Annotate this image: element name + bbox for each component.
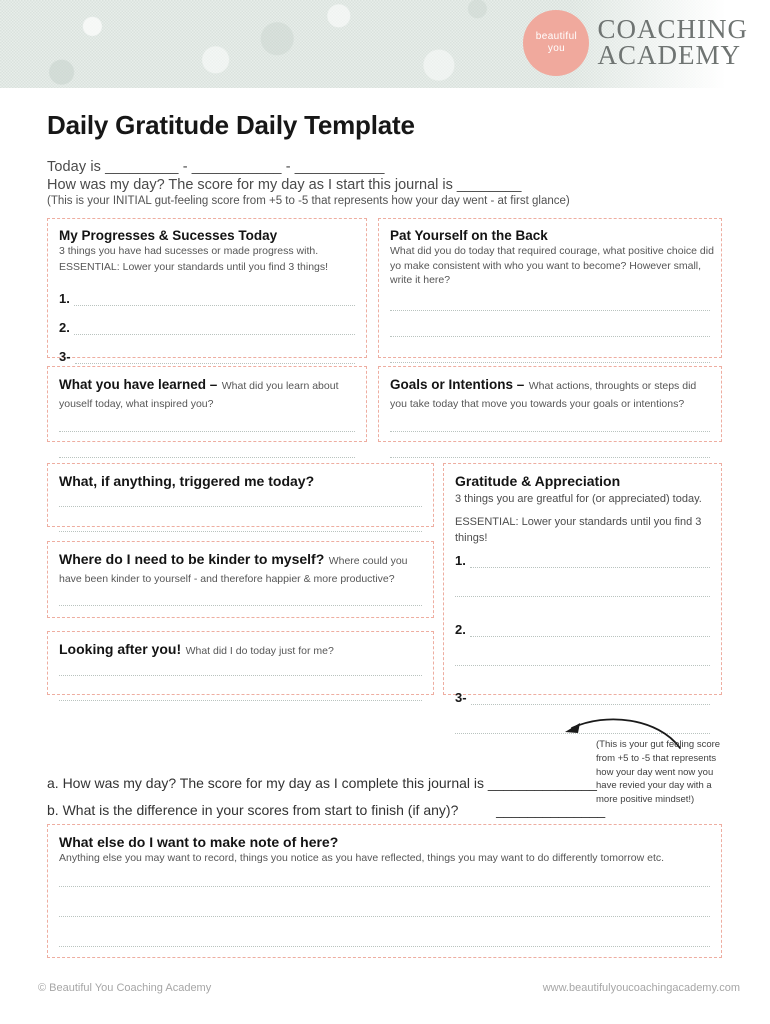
gratitude-item-2[interactable]: 2. [455, 622, 710, 637]
gratitude-item-1-writeline[interactable] [469, 566, 710, 568]
box-kinder-to-myself: Where do I need to be kinder to myself? … [47, 541, 434, 632]
initial-score-line[interactable]: How was my day? The score for my day as … [47, 177, 770, 193]
triggered-writeline-2[interactable] [59, 531, 422, 532]
box-what-else-to-note: What else do I want to make note of here… [47, 824, 722, 958]
pat-writeline-3[interactable] [390, 362, 710, 364]
box-gratitude-appreciation: Gratitude & Appreciation 3 things you ar… [443, 463, 722, 734]
callout-line-5: more positive mindset!) [596, 794, 695, 806]
what-else-sub: Anything else you may want to record, th… [59, 852, 665, 864]
page-content: Daily Gratitude Daily Template Today is … [0, 88, 770, 734]
question-b-text: b. What is the difference in your scores… [47, 802, 459, 818]
box-looking-after-you: Looking after you! What did I do today j… [47, 631, 434, 701]
goals-heading: Goals or Intentions – [390, 377, 525, 392]
gratitude-sub2: ESSENTIAL: Lower your standards until yo… [455, 515, 702, 545]
logo-circle-badge: beautiful you [523, 10, 590, 76]
goals-writeline-2[interactable] [390, 457, 710, 458]
pat-writeline-2[interactable] [390, 336, 710, 338]
box-what-you-have-learned: What you have learned – What did you lea… [47, 366, 367, 458]
progresses-sub2: ESSENTIAL: Lower your standards until yo… [59, 260, 329, 273]
box-my-progresses: My Progresses & Sucesses Today 3 things … [47, 218, 367, 365]
callout-line-3: how your day went now you [596, 766, 714, 778]
goals-heading-row: Goals or Intentions – What actions, thro… [390, 376, 710, 412]
page-title: Daily Gratitude Daily Template [47, 110, 415, 140]
progresses-item-3-writeline[interactable] [74, 363, 355, 365]
footer-copyright: © Beautiful You Coaching Academy [38, 982, 212, 994]
progresses-item-1-writeline[interactable] [73, 305, 355, 307]
box-goals-or-intentions: Goals or Intentions – What actions, thro… [378, 366, 722, 458]
logo-word-academy: ACADEMY [597, 40, 741, 70]
progresses-item-3-number: 3- [59, 349, 71, 365]
looking-after-writeline-1[interactable] [59, 675, 422, 676]
callout-line-1: (This is your gut feeling score [596, 739, 721, 750]
question-a-final-score[interactable]: a. How was my day? The score for my day … [47, 775, 597, 791]
today-is-line[interactable]: Today is _________ - ___________ - _____… [47, 159, 770, 175]
intro-block: Today is _________ - ___________ - _____… [47, 159, 770, 207]
kinder-heading: Where do I need to be kinder to myself? [59, 551, 325, 567]
gratitude-heading: Gratitude & Appreciation [455, 473, 621, 489]
pat-sub: What did you do today that required cour… [390, 245, 714, 287]
pat-writeline-1[interactable] [390, 310, 710, 312]
triggered-writeline-1[interactable] [59, 506, 422, 507]
learned-writeline-2[interactable] [59, 457, 355, 458]
brand-logo: beautiful you COACHING ACADEMY [523, 10, 748, 76]
gratitude-item-3-number: 3- [455, 689, 467, 705]
what-else-writeline-2[interactable] [59, 915, 710, 917]
looking-after-sub: What did I do today just for me? [185, 645, 334, 657]
progresses-item-2-number: 2. [59, 320, 70, 336]
gratitude-item-1-number: 1. [455, 552, 466, 568]
pat-heading: Pat Yourself on the Back [390, 228, 548, 243]
what-else-writeline-3[interactable] [59, 945, 710, 947]
gratitude-item-1-writeline-2[interactable] [455, 595, 710, 597]
learned-writeline-1[interactable] [59, 431, 355, 432]
progresses-item-1-number: 1. [59, 291, 70, 307]
progresses-item-3[interactable]: 3- [59, 349, 355, 365]
progresses-item-2-writeline[interactable] [73, 334, 355, 336]
box-pat-yourself-on-the-back: Pat Yourself on the Back What did you do… [378, 218, 722, 364]
goals-writeline-1[interactable] [390, 431, 710, 432]
learned-heading-row: What you have learned – What did you lea… [59, 376, 355, 412]
learned-heading: What you have learned – [59, 377, 218, 392]
progresses-item-2[interactable]: 2. [59, 320, 355, 336]
initial-score-hint: (This is your INITIAL gut-feeling score … [47, 195, 570, 207]
logo-badge-line2: you [547, 43, 566, 54]
kinder-heading-row: Where do I need to be kinder to myself? … [59, 551, 422, 587]
gut-feeling-callout: (This is your gut feeling score from +5 … [596, 738, 728, 807]
callout-line-2: from +5 to -5 that represents [596, 752, 717, 764]
kinder-writeline-1[interactable] [59, 605, 422, 606]
what-else-heading: What else do I want to make note of here… [59, 834, 339, 850]
logo-badge-line1: beautiful [535, 30, 578, 42]
callout-line-4: have revied your day with a [596, 780, 712, 792]
question-b-row[interactable]: b. What is the difference in your scores… [47, 802, 605, 818]
gratitude-item-2-writeline-2[interactable] [455, 664, 710, 666]
gratitude-item-1[interactable]: 1. [455, 553, 710, 568]
gratitude-sub1: 3 things you are greatful for (or apprec… [455, 493, 702, 505]
looking-after-heading-row: Looking after you! What did I do today j… [59, 641, 422, 659]
progresses-sub1: 3 things you have had sucesses or made p… [59, 245, 319, 257]
what-else-writeline-1[interactable] [59, 885, 710, 887]
box-what-triggered-me: What, if anything, triggered me today? [47, 463, 434, 532]
gratitude-item-2-number: 2. [455, 621, 466, 637]
gratitude-item-3-writeline[interactable] [470, 703, 710, 705]
looking-after-heading: Looking after you! [59, 641, 182, 657]
gratitude-item-3[interactable]: 3- [455, 690, 710, 705]
progresses-heading: My Progresses & Sucesses Today [59, 228, 278, 243]
looking-after-writeline-2[interactable] [59, 700, 422, 701]
footer-website[interactable]: www.beautifulyoucoachingacademy.com [543, 982, 740, 994]
question-b-blank[interactable]: ______________ [496, 802, 605, 818]
gratitude-item-2-writeline[interactable] [469, 635, 710, 637]
progresses-item-1[interactable]: 1. [59, 291, 355, 307]
logo-wordmark: COACHING ACADEMY [597, 16, 748, 70]
triggered-heading: What, if anything, triggered me today? [59, 473, 315, 489]
